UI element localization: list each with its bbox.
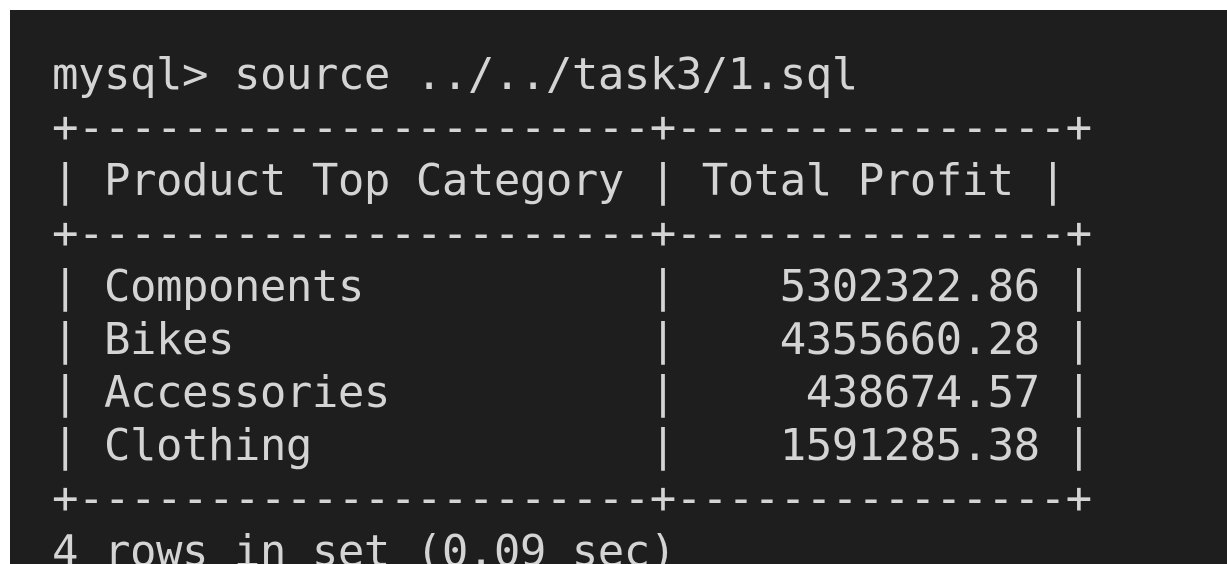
row-profit: 4355660.28 bbox=[779, 314, 1040, 365]
row-profit: 1591285.38 bbox=[779, 420, 1040, 471]
table-row: | Bikes | 4355660.28 | bbox=[52, 314, 1092, 365]
table-border-bottom: +----------------------+---------------+ bbox=[52, 473, 1092, 524]
row-profit: 438674.57 bbox=[805, 367, 1040, 418]
table-row: | Components | 5302322.86 | bbox=[52, 261, 1092, 312]
row-category: Components bbox=[103, 261, 364, 312]
table-border-top: +----------------------+---------------+ bbox=[52, 102, 1092, 153]
table-border-header: +----------------------+---------------+ bbox=[52, 208, 1092, 259]
command-text: source ../../task3/1.sql bbox=[233, 49, 858, 100]
result-summary: 4 rows in set (0.09 sec) bbox=[52, 526, 676, 564]
mysql-prompt: mysql> bbox=[52, 49, 208, 100]
column-header-category: Product Top Category bbox=[103, 155, 624, 206]
table-row: | Clothing | 1591285.38 | bbox=[52, 420, 1092, 471]
table-row: | Accessories | 438674.57 | bbox=[52, 367, 1092, 418]
row-category: Clothing bbox=[103, 420, 312, 471]
terminal-output: mysql> source ../../task3/1.sql +-------… bbox=[52, 48, 1092, 564]
row-category: Bikes bbox=[103, 314, 234, 365]
row-profit: 5302322.86 bbox=[779, 261, 1040, 312]
table-header-row: | Product Top Category | Total Profit | bbox=[52, 155, 1066, 206]
terminal-window[interactable]: mysql> source ../../task3/1.sql +-------… bbox=[10, 10, 1227, 564]
column-header-profit: Total Profit bbox=[701, 155, 1014, 206]
row-category: Accessories bbox=[103, 367, 390, 418]
